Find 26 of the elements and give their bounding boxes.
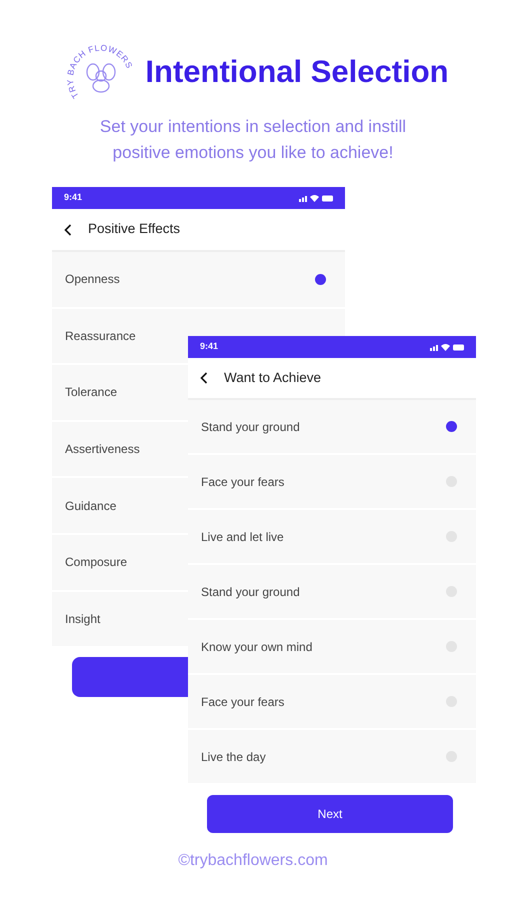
page-title: Intentional Selection — [145, 52, 449, 91]
option-row[interactable]: Openness — [52, 252, 345, 309]
status-time: 9:41 — [64, 191, 82, 204]
option-row[interactable]: Tolerance — [52, 365, 188, 422]
option-row[interactable]: Stand your ground — [188, 565, 476, 620]
option-row[interactable]: Stand your ground — [188, 400, 476, 455]
option-row[interactable]: Face your fears — [188, 675, 476, 730]
status-time: 9:41 — [200, 340, 218, 354]
option-row[interactable]: Reassurance — [52, 308, 188, 366]
option-row[interactable]: Assertiveness — [52, 422, 188, 478]
option-row[interactable]: Insight — [52, 592, 188, 648]
option-row[interactable]: Composure — [52, 534, 188, 592]
status-icons — [299, 194, 333, 202]
back-icon[interactable] — [64, 224, 72, 236]
option-row[interactable]: Know your own mind — [188, 620, 476, 675]
status-icons — [430, 343, 464, 351]
next-button[interactable] — [72, 657, 188, 697]
screen-title: Positive Effects — [88, 220, 180, 238]
option-row[interactable]: Live and let live — [188, 510, 476, 565]
next-button[interactable]: Next — [207, 795, 453, 833]
option-row[interactable]: Face your fears — [188, 455, 476, 510]
option-row[interactable]: Guidance — [52, 478, 188, 535]
subtitle: Set your intentions in selection and instill positive emotions you like to achieve! — [98, 116, 408, 164]
back-icon[interactable] — [200, 372, 208, 384]
screen-title: Want to Achieve — [224, 368, 322, 387]
option-row[interactable]: Live the day — [188, 730, 476, 785]
